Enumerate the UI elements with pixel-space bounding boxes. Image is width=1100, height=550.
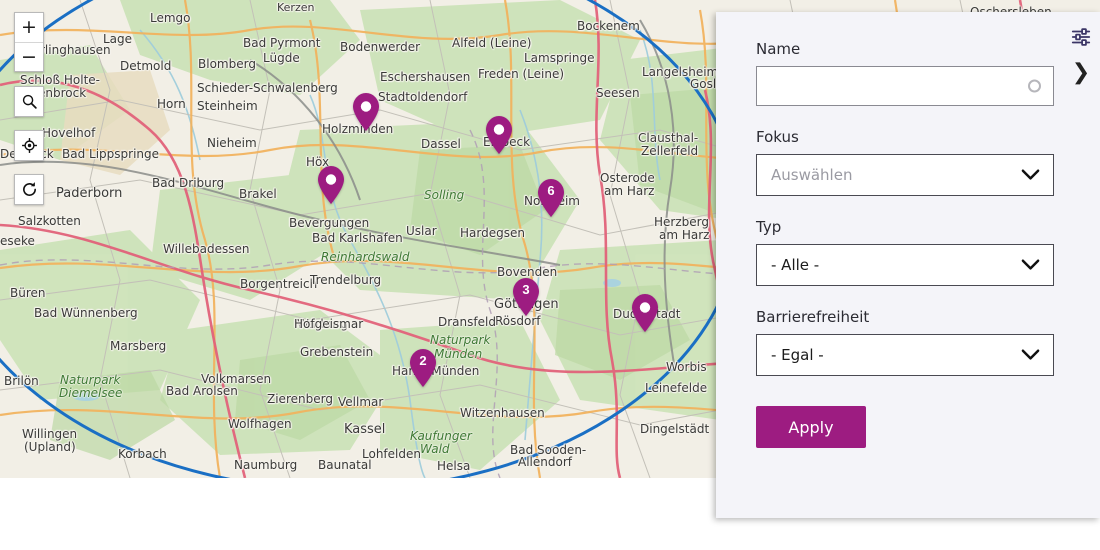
label-barrierefreiheit: Barrierefreiheit [756,308,870,326]
refresh-icon [22,182,36,196]
search-control[interactable] [14,86,44,117]
panel-body: Name Fokus Auswählen Typ - Alle - Barrie… [716,12,1100,448]
refresh-button[interactable] [15,175,43,204]
plus-icon: + [21,16,37,38]
input-status-circle-icon [1028,79,1041,93]
pin-icon [486,116,512,154]
label-fokus: Fokus [756,128,799,146]
locate-control[interactable] [14,130,44,161]
sliders-icon [1071,28,1091,46]
refresh-control[interactable] [14,174,44,205]
barrierefreiheit-select[interactable]: - Egal - [756,334,1054,376]
zoom-controls[interactable]: + − [14,12,44,72]
filter-panel: ❯ Name Fokus Auswählen Typ - Alle - Barr… [716,12,1100,518]
label-name: Name [756,40,801,58]
marker-northeim-cluster[interactable]: 6 [536,178,566,218]
label-typ: Typ [756,218,782,236]
collapse-panel-button[interactable]: ❯ [1072,62,1090,84]
marker-hoexter[interactable] [316,165,346,205]
typ-select[interactable]: - Alle - [756,244,1054,286]
typ-select-wrap: - Alle - [756,244,1054,286]
pin-icon [632,294,658,332]
pin-icon [513,278,539,316]
pin-icon [318,166,344,204]
field-barrierefreiheit: Barrierefreiheit - Egal - [756,308,1054,376]
field-name: Name [756,40,1054,106]
filter-settings-button[interactable] [1070,26,1092,48]
marker-hann-muenden-cluster[interactable]: 2 [408,348,438,388]
apply-button[interactable]: Apply [756,406,866,448]
marker-goettingen-cluster[interactable]: 3 [511,277,541,317]
app-root: LemgoKerzenBockenemOscherslebenLageBad P… [0,0,1100,550]
fokus-select-wrap: Auswählen [756,154,1054,196]
marker-duderstadt[interactable] [630,293,660,333]
search-icon [22,94,37,109]
panel-icon-column: ❯ [1070,26,1092,84]
map-search-button[interactable] [15,87,43,116]
name-input-wrap [756,66,1054,106]
chevron-right-icon: ❯ [1071,60,1091,85]
zoom-out-button[interactable]: − [15,42,43,71]
locate-icon [21,138,37,153]
fokus-select[interactable]: Auswählen [756,154,1054,196]
marker-stadtoldendorf[interactable] [351,92,381,132]
zoom-in-button[interactable]: + [15,13,43,42]
name-input[interactable] [756,66,1054,106]
minus-icon: − [21,45,37,68]
barrierefreiheit-select-wrap: - Egal - [756,334,1054,376]
marker-einbeck[interactable] [484,115,514,155]
pin-icon [538,179,564,217]
locate-button[interactable] [15,131,43,160]
field-typ: Typ - Alle - [756,218,1054,286]
pin-icon [410,349,436,387]
field-fokus: Fokus Auswählen [756,128,1054,196]
pin-icon [353,93,379,131]
